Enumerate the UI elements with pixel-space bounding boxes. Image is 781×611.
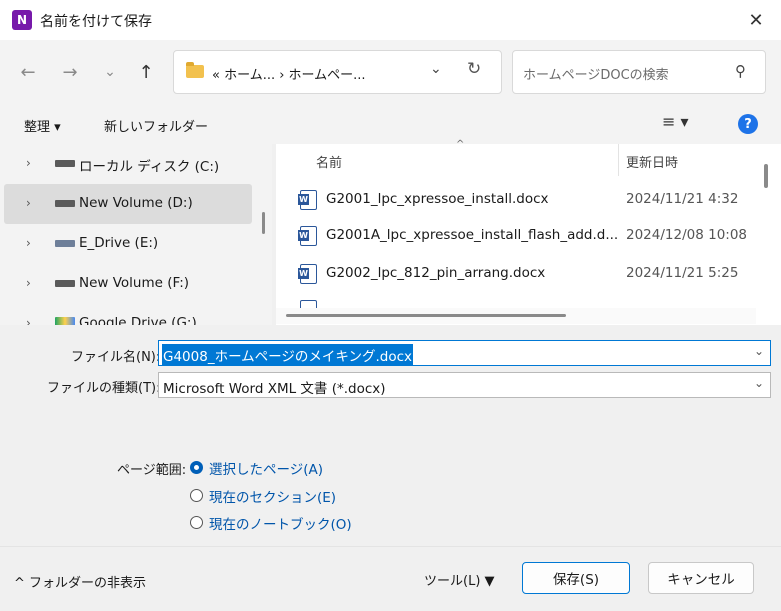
- folder-icon: [186, 62, 204, 78]
- file-date: 2024/11/21 4:32: [626, 191, 739, 207]
- file-row[interactable]: W G2001A_lpc_xpressoe_install_flash_add.…: [276, 218, 756, 254]
- google-drive-icon: [55, 317, 75, 325]
- chevron-right-icon[interactable]: ›: [26, 276, 31, 290]
- chevron-right-icon[interactable]: ›: [26, 156, 31, 170]
- radio-selected-pages[interactable]: [190, 461, 203, 474]
- save-button[interactable]: 保存(S): [522, 562, 630, 594]
- drive-icon: [55, 200, 75, 207]
- sidebar-item-drive-c[interactable]: › ローカル ディスク (C:): [4, 144, 252, 184]
- chevron-down-icon[interactable]: ⌄: [754, 376, 764, 390]
- vertical-scrollbar[interactable]: [764, 164, 768, 188]
- radio-label-current-section[interactable]: 現在のセクション(E): [209, 486, 336, 506]
- filename-field[interactable]: G4008_ホームページのメイキング.docx ⌄: [158, 340, 771, 366]
- radio-current-section[interactable]: [190, 489, 203, 502]
- sidebar-item-drive-g[interactable]: › Google Drive (G:): [4, 304, 252, 325]
- sidebar-item-drive-e[interactable]: › E_Drive (E:): [4, 224, 252, 264]
- word-document-icon: W: [298, 190, 317, 210]
- tools-menu-button[interactable]: ツール(L) ▼: [424, 570, 495, 589]
- breadcrumb[interactable]: « ホーム... › ホームペー...: [212, 64, 366, 83]
- drive-icon: [55, 160, 75, 167]
- onenote-app-icon: N: [12, 10, 32, 30]
- back-arrow-icon[interactable]: ←: [14, 58, 42, 86]
- search-input[interactable]: ホームページDOCの検索: [523, 64, 669, 83]
- refresh-icon[interactable]: ↻: [467, 59, 481, 79]
- chevron-down-icon[interactable]: ⌄: [754, 344, 764, 358]
- forward-arrow-icon[interactable]: →: [56, 58, 84, 86]
- hide-folders-button[interactable]: ^ フォルダーの非表示: [14, 572, 146, 591]
- search-box[interactable]: ホームページDOCの検索 ⚲: [512, 50, 766, 94]
- sidebar-item-label: E_Drive (E:): [79, 235, 159, 251]
- document-icon: [300, 300, 317, 308]
- navigation-pane[interactable]: › ローカル ディスク (C:) › New Volume (D:) › E_D…: [0, 144, 272, 325]
- file-name: G2002_lpc_812_pin_arrang.docx: [326, 265, 546, 281]
- chevron-down-icon[interactable]: ⌄: [430, 61, 442, 77]
- file-date: 2024/11/21 5:25: [626, 265, 739, 281]
- view-options-button[interactable]: ≡ ▾: [662, 112, 689, 131]
- network-drive-icon: [55, 240, 75, 247]
- column-divider[interactable]: [618, 144, 619, 176]
- drive-icon: [55, 280, 75, 287]
- sidebar-item-label: New Volume (D:): [79, 195, 193, 211]
- help-icon[interactable]: ?: [738, 114, 758, 134]
- filename-input[interactable]: G4008_ホームページのメイキング.docx: [162, 344, 414, 366]
- new-folder-button[interactable]: 新しいフォルダー: [104, 116, 208, 135]
- close-icon[interactable]: ✕: [742, 6, 770, 34]
- search-icon[interactable]: ⚲: [735, 62, 746, 80]
- file-row[interactable]: W G2002_lpc_812_pin_arrang.docx 2024/11/…: [276, 256, 756, 292]
- navigation-scrollbar[interactable]: [262, 212, 265, 234]
- address-bar[interactable]: « ホーム... › ホームペー... ⌄ ↻: [173, 50, 502, 94]
- sidebar-item-label: New Volume (F:): [79, 275, 190, 291]
- file-date: 2024/12/08 10:08: [626, 227, 748, 243]
- filetype-select[interactable]: Microsoft Word XML 文書 (*.docx) ⌄: [158, 372, 771, 398]
- up-arrow-icon[interactable]: ↑: [132, 58, 160, 86]
- horizontal-scrollbar[interactable]: [286, 314, 566, 317]
- file-row[interactable]: [276, 294, 756, 308]
- filetype-value: Microsoft Word XML 文書 (*.docx): [163, 381, 386, 397]
- chevron-right-icon[interactable]: ›: [26, 236, 31, 250]
- radio-label-selected-pages[interactable]: 選択したページ(A): [209, 458, 323, 478]
- radio-current-notebook[interactable]: [190, 516, 203, 529]
- sort-ascending-icon: ^: [456, 139, 465, 150]
- column-header-date[interactable]: 更新日時: [626, 152, 678, 171]
- file-row[interactable]: W G2001_lpc_xpressoe_install.docx 2024/1…: [276, 182, 756, 218]
- page-range-label: ページ範囲:: [117, 463, 187, 478]
- column-header-name[interactable]: 名前: [316, 152, 342, 171]
- dialog-title: 名前を付けて保存: [40, 14, 152, 30]
- filename-label: ファイル名(N):: [71, 350, 161, 365]
- cancel-button[interactable]: キャンセル: [648, 562, 754, 594]
- organize-menu-button[interactable]: 整理 ▾: [24, 116, 61, 135]
- sidebar-item-drive-d[interactable]: › New Volume (D:): [4, 184, 252, 224]
- chevron-right-icon[interactable]: ›: [26, 196, 31, 210]
- radio-label-current-notebook[interactable]: 現在のノートブック(O): [209, 513, 352, 533]
- word-document-icon: W: [298, 264, 317, 284]
- chevron-right-icon[interactable]: ›: [26, 316, 31, 325]
- recent-locations-icon[interactable]: ⌄: [96, 58, 124, 86]
- word-document-icon: W: [298, 226, 317, 246]
- filetype-label: ファイルの種類(T):: [47, 381, 161, 396]
- file-name: G2001A_lpc_xpressoe_install_flash_add.d.…: [326, 227, 619, 243]
- sidebar-item-drive-f[interactable]: › New Volume (F:): [4, 264, 252, 304]
- file-name: G2001_lpc_xpressoe_install.docx: [326, 191, 549, 207]
- sidebar-item-label: ローカル ディスク (C:): [79, 159, 220, 175]
- sidebar-item-label: Google Drive (G:): [79, 315, 197, 325]
